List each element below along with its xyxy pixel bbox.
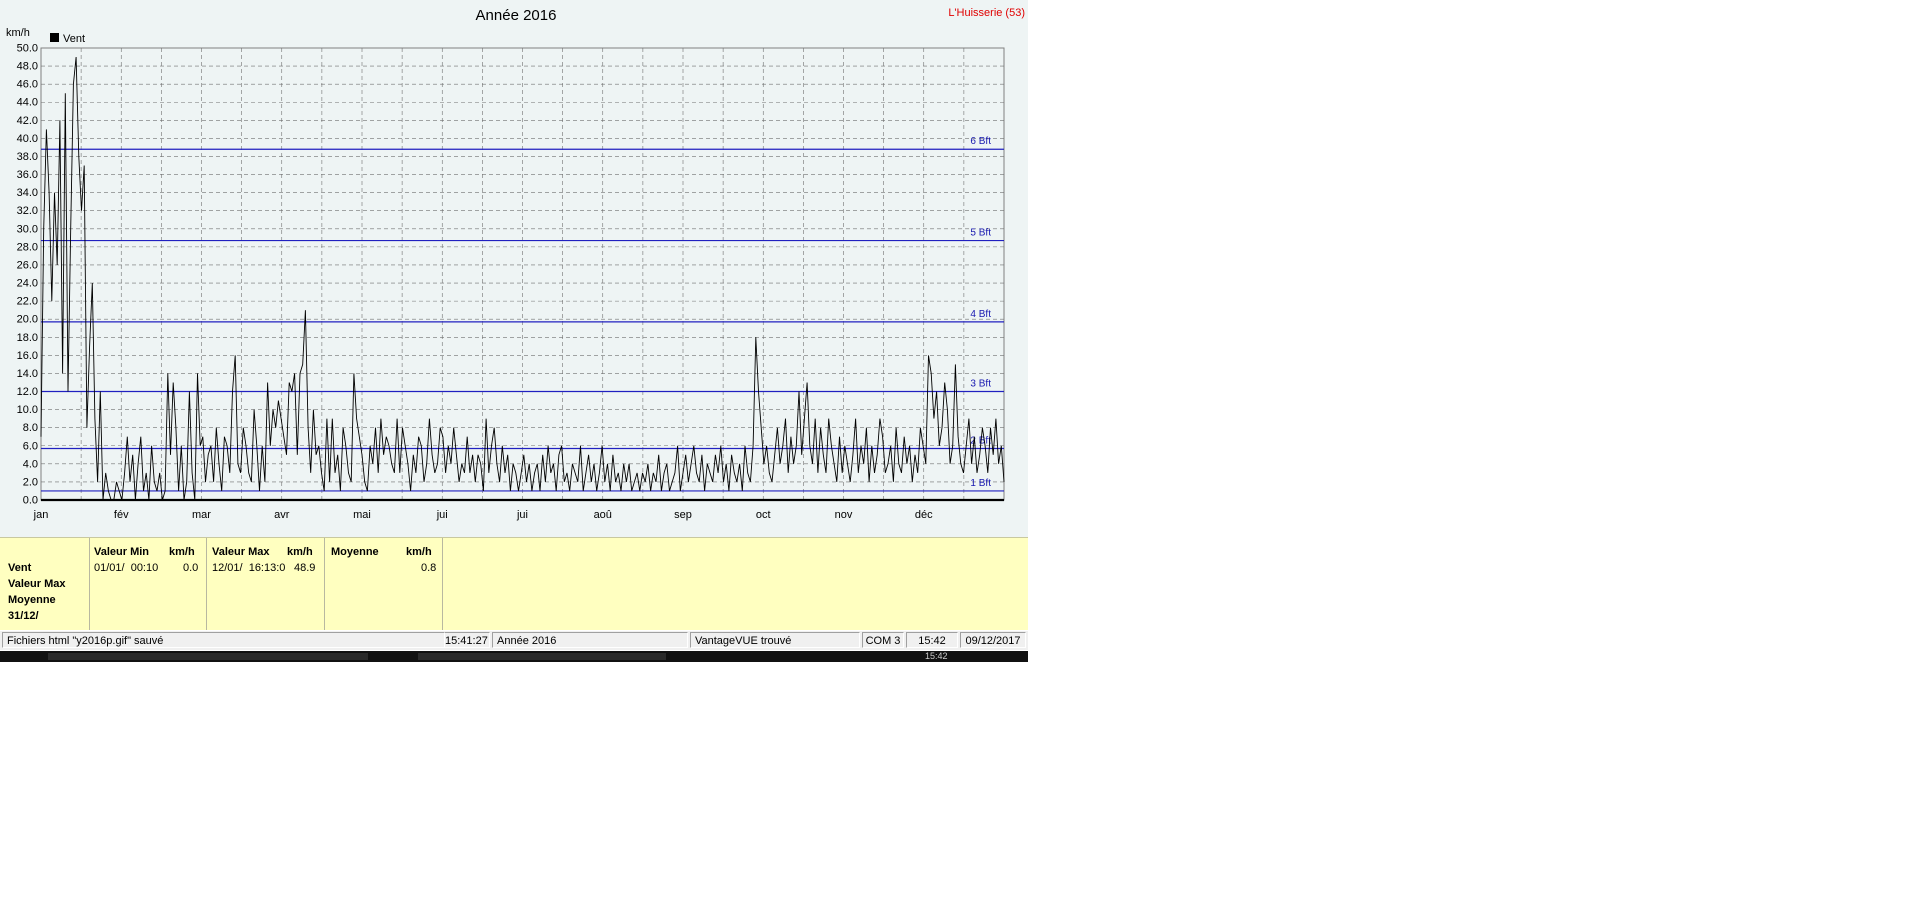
x-tick-label: jui bbox=[436, 509, 448, 521]
y-axis-label: km/h bbox=[6, 27, 30, 39]
y-tick-label: 0.0 bbox=[23, 495, 38, 507]
x-tick-label: oct bbox=[756, 509, 771, 521]
y-tick-label: 8.0 bbox=[23, 422, 38, 434]
stat-min-heading: Valeur Min bbox=[94, 546, 150, 558]
y-tick-label: 48.0 bbox=[17, 61, 38, 73]
stat-avg-unit: km/h bbox=[406, 546, 432, 558]
stat-max-unit: km/h bbox=[287, 546, 313, 558]
y-tick-label: 36.0 bbox=[17, 169, 38, 181]
stat-avg-value: 0.8 bbox=[421, 562, 437, 574]
stats-col-max: Valeur Max km/h 12/01/ 16:13:0 48.9 bbox=[206, 538, 325, 630]
stat-avg-heading: Moyenne bbox=[331, 546, 379, 558]
status-period: Année 2016 bbox=[492, 632, 688, 648]
y-tick-label: 22.0 bbox=[17, 296, 38, 308]
y-tick-label: 34.0 bbox=[17, 187, 38, 199]
wind-chart: 0.0 2.0 4.0 6.0 8.0 10.0 12.0 14.0 16.0 18.0 20.0 2… bbox=[6, 7, 1025, 521]
taskbar-clock: 15:42 bbox=[925, 651, 948, 661]
stat-max-heading: Valeur Max bbox=[212, 546, 270, 558]
y-tick-label: 12.0 bbox=[17, 386, 38, 398]
status-device: VantageVUE trouvé bbox=[690, 632, 860, 648]
y-tick-label: 14.0 bbox=[17, 368, 38, 380]
y-tick-label: 30.0 bbox=[17, 223, 38, 235]
weather-app-window: 0.0 2.0 4.0 6.0 8.0 10.0 12.0 14.0 16.0 18.0 20.0 2… bbox=[0, 0, 1028, 662]
y-tick-label: 28.0 bbox=[17, 241, 38, 253]
x-tick-label: nov bbox=[835, 509, 853, 521]
y-tick-label: 32.0 bbox=[17, 205, 38, 217]
x-tick-label: sep bbox=[674, 509, 692, 521]
legend-swatch bbox=[50, 33, 59, 42]
stat-max-date: 12/01/ 16:13:0 bbox=[212, 562, 286, 574]
y-tick-label: 44.0 bbox=[17, 97, 38, 109]
stat-row-max: Valeur Max bbox=[8, 578, 66, 590]
beaufort-label: 5 Bft bbox=[970, 228, 991, 239]
taskbar-button[interactable] bbox=[418, 653, 666, 660]
legend-label: Vent bbox=[63, 33, 85, 45]
x-tick-label: déc bbox=[915, 509, 933, 521]
status-bar: Fichiers html "y2016p.gif" sauvé 15:41:2… bbox=[0, 631, 1028, 650]
y-tick-label: 2.0 bbox=[23, 476, 38, 488]
y-tick-label: 26.0 bbox=[17, 259, 38, 271]
y-tick-label: 4.0 bbox=[23, 458, 38, 470]
y-tick-label: 42.0 bbox=[17, 115, 38, 127]
status-clock: 15:42 bbox=[906, 632, 958, 648]
stats-col-labels: Vent Valeur Max Moyenne 31/12/ bbox=[0, 538, 90, 630]
stat-series-name: Vent bbox=[8, 562, 32, 574]
y-tick-label: 20.0 bbox=[17, 314, 38, 326]
y-tick-label: 18.0 bbox=[17, 332, 38, 344]
stats-col-min: Valeur Min km/h 01/01/ 00:10 0.0 bbox=[89, 538, 207, 630]
station-name: L'Huisserie (53) bbox=[948, 7, 1025, 19]
y-tick-label: 40.0 bbox=[17, 133, 38, 145]
stat-min-unit: km/h bbox=[169, 546, 195, 558]
stats-col-avg: Moyenne km/h 0.8 bbox=[324, 538, 443, 630]
y-tick-label: 16.0 bbox=[17, 350, 38, 362]
stat-row-avg: Moyenne bbox=[8, 594, 56, 606]
x-tick-label: jan bbox=[33, 509, 49, 521]
beaufort-label: 4 Bft bbox=[970, 309, 991, 320]
beaufort-label: 6 Bft bbox=[970, 136, 991, 147]
status-port: COM 3 bbox=[862, 632, 904, 648]
x-tick-label: mar bbox=[192, 509, 211, 521]
status-date: 09/12/2017 bbox=[960, 632, 1026, 648]
x-tick-label: jui bbox=[516, 509, 528, 521]
x-tick-label: aoû bbox=[594, 509, 612, 521]
y-tick-label: 6.0 bbox=[23, 440, 38, 452]
taskbar: 15:42 bbox=[0, 651, 1028, 662]
y-tick-label: 38.0 bbox=[17, 151, 38, 163]
y-tick-label: 10.0 bbox=[17, 404, 38, 416]
stat-min-value: 0.0 bbox=[183, 562, 199, 574]
chart-area: 0.0 2.0 4.0 6.0 8.0 10.0 12.0 14.0 16.0 18.0 20.0 2… bbox=[0, 0, 1028, 537]
stat-max-value: 48.9 bbox=[294, 562, 316, 574]
x-tick-label: fév bbox=[114, 509, 129, 521]
status-time: 15:41:27 bbox=[445, 632, 490, 648]
y-tick-label: 46.0 bbox=[17, 79, 38, 91]
y-tick-label: 24.0 bbox=[17, 278, 38, 290]
chart-title: Année 2016 bbox=[476, 7, 557, 24]
stat-min-date: 01/01/ 00:10 bbox=[94, 562, 159, 574]
y-tick-label: 50.0 bbox=[17, 43, 38, 55]
status-message: Fichiers html "y2016p.gif" sauvé bbox=[2, 632, 445, 648]
taskbar-button[interactable] bbox=[48, 653, 368, 660]
beaufort-label: 1 Bft bbox=[970, 478, 991, 489]
beaufort-label: 3 Bft bbox=[970, 379, 991, 390]
x-tick-label: mai bbox=[353, 509, 371, 521]
stat-row-date: 31/12/ bbox=[8, 610, 39, 622]
x-tick-label: avr bbox=[274, 509, 290, 521]
stats-panel: Vent Valeur Max Moyenne 31/12/ Valeur Mi… bbox=[0, 537, 1028, 630]
